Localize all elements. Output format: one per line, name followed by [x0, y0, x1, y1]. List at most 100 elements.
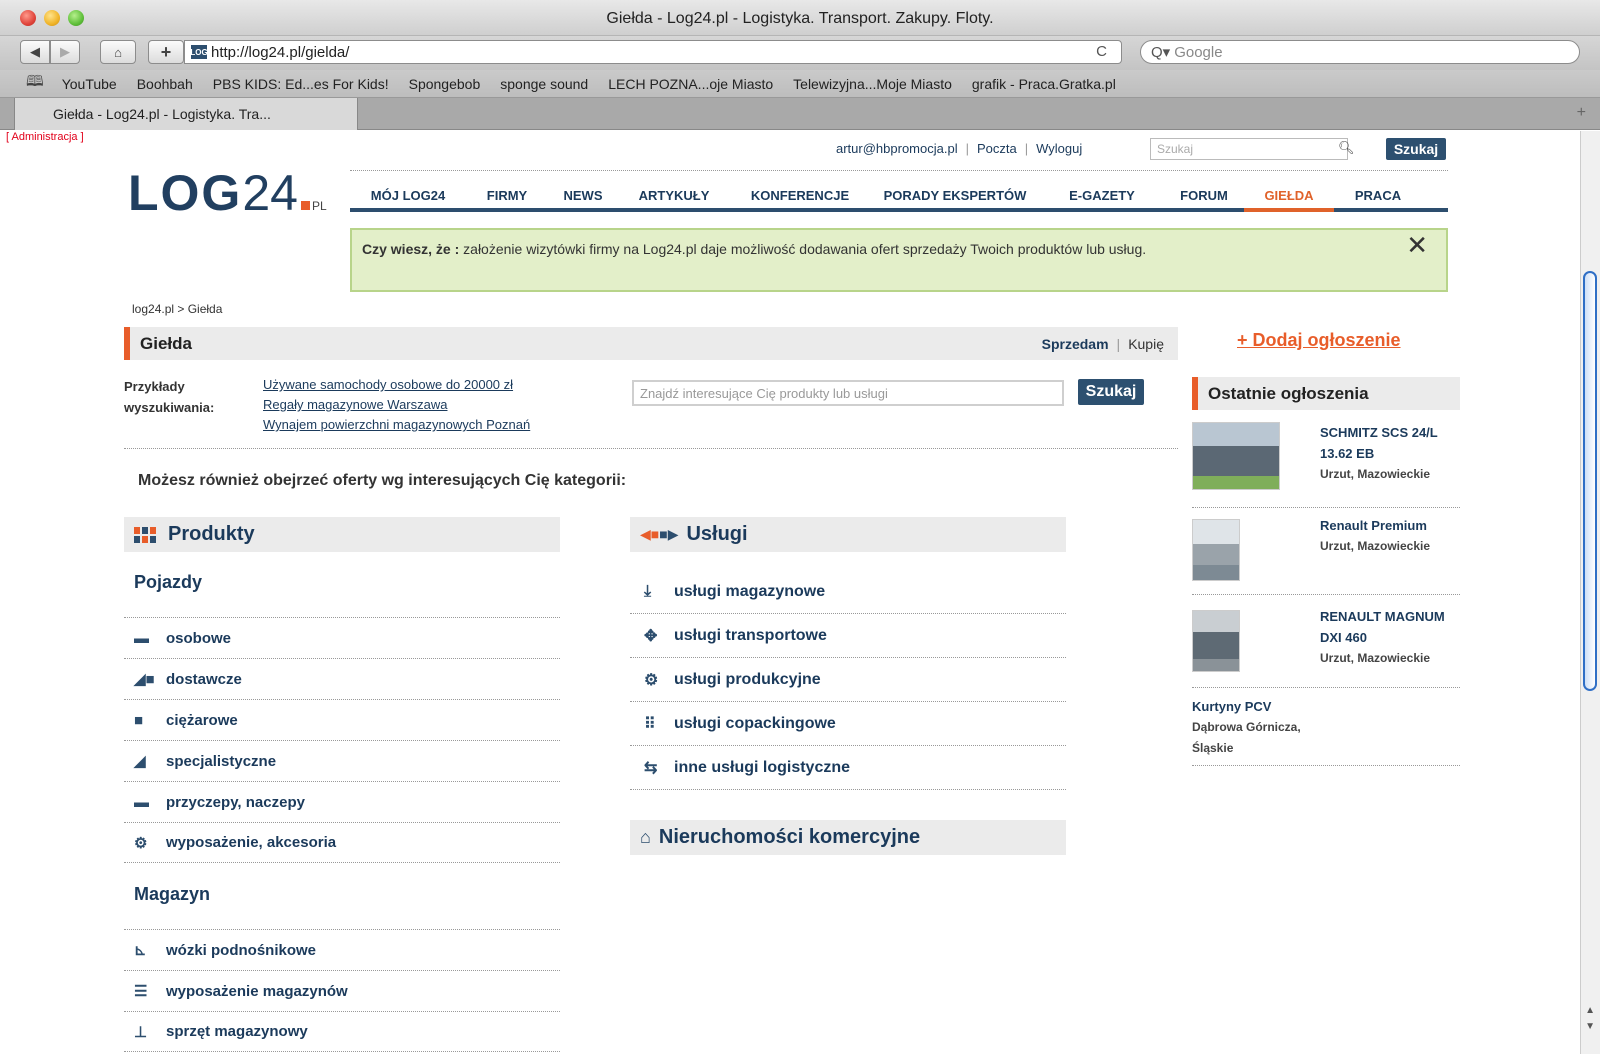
admin-link[interactable]: [ Administracja ] — [6, 131, 84, 143]
site-search-button[interactable]: Szukaj — [1386, 138, 1446, 160]
logo-log-text: LOG — [128, 165, 243, 221]
list-item[interactable]: ■ ciężarowe — [124, 699, 560, 740]
nav-item-conferences[interactable]: KONFERENCJE — [730, 182, 870, 208]
special-vehicle-icon: ◢ — [134, 753, 146, 770]
gears-icon: ⚙ — [644, 671, 659, 689]
example-link[interactable]: Regały magazynowe Warszawa — [263, 395, 530, 415]
site-favicon-icon: LOG — [190, 45, 208, 59]
search-icon[interactable]: 🔍︎ — [1338, 140, 1355, 156]
list-item[interactable]: ▬ przyczepy, naczepy — [124, 781, 560, 822]
list-item[interactable]: ⇆ inne usługi logistyczne — [630, 746, 1066, 790]
bookmark-item[interactable]: grafik - Praca.Gratka.pl — [972, 76, 1116, 92]
ad-thumbnail — [1192, 422, 1280, 490]
bookmark-item[interactable]: Spongebob — [409, 76, 481, 92]
ad-title[interactable]: RENAULT MAGNUM DXI 460 — [1320, 606, 1460, 648]
example-link[interactable]: Wynajem powierzchni magazynowych Poznań — [263, 415, 530, 435]
list-item[interactable]: ⠿ usługi copackingowe — [630, 702, 1066, 746]
bookmark-item[interactable]: YouTube — [62, 76, 117, 92]
nav-item-news[interactable]: NEWS — [548, 182, 618, 208]
scrollbar-thumb[interactable] — [1583, 271, 1597, 691]
site-logo[interactable]: LOG24 PL — [128, 164, 327, 224]
scroll-up-icon[interactable]: ▲ — [1585, 1005, 1595, 1016]
category-label: wyposażenie magazynów — [166, 982, 348, 1000]
list-item[interactable]: ⊥ sprzęt magazynowy — [124, 1011, 560, 1052]
real-estate-header[interactable]: ⌂ Nieruchomości komercyjne — [630, 820, 1066, 855]
home-button[interactable]: ⌂ — [100, 40, 136, 64]
user-email-link[interactable]: artur@hbpromocja.pl — [836, 141, 958, 156]
service-label: inne usługi logistyczne — [674, 758, 851, 776]
bookmark-item[interactable]: sponge sound — [500, 76, 588, 92]
open-book-icon[interactable]: 🕮 — [26, 71, 44, 96]
divider — [124, 448, 1178, 449]
nav-item-forum[interactable]: FORUM — [1164, 182, 1244, 208]
ad-item[interactable]: SCHMITZ SCS 24/L 13.62 EB Urzut, Mazowie… — [1192, 422, 1460, 508]
ad-title[interactable]: Renault Premium — [1320, 515, 1460, 536]
logout-link[interactable]: Wyloguj — [1036, 141, 1082, 156]
list-item[interactable]: ⊾ wózki podnośnikowe — [124, 929, 560, 970]
bookmark-item[interactable]: Boohbah — [137, 76, 193, 92]
new-tab-icon[interactable]: + — [1577, 104, 1586, 122]
scroll-down-icon[interactable]: ▼ — [1585, 1021, 1595, 1032]
ad-thumbnail — [1192, 519, 1240, 581]
ad-text: Kurtyny PCV Dąbrowa Górnicza, Śląskie — [1192, 696, 1342, 759]
list-item[interactable]: ⚙ usługi produkcyjne — [630, 658, 1066, 702]
ad-title[interactable]: Kurtyny PCV — [1192, 696, 1342, 717]
list-item[interactable]: ⤓ usługi magazynowe — [630, 570, 1066, 614]
shelving-icon: ☰ — [134, 983, 148, 1000]
exchange-arrows-icon: ⇆ — [644, 759, 658, 777]
ad-item[interactable]: RENAULT MAGNUM DXI 460 Urzut, Mazowiecki… — [1192, 606, 1460, 688]
add-bookmark-button[interactable]: + — [148, 40, 184, 64]
nav-item-jobs[interactable]: PRACA — [1334, 182, 1422, 208]
ad-location: Urzut, Mazowieckie — [1320, 467, 1431, 481]
url-text: http://log24.pl/gielda/ — [211, 43, 350, 61]
category-label: ciężarowe — [166, 711, 238, 729]
list-item[interactable]: ▬ osobowe — [124, 617, 560, 658]
mail-link[interactable]: Poczta — [977, 141, 1017, 156]
separator: | — [1024, 141, 1029, 156]
nav-item-expert-advice[interactable]: PORADY EKSPERTÓW — [870, 182, 1040, 208]
page-scrollbar[interactable]: ▲ ▼ — [1580, 131, 1600, 1054]
products-grid-icon — [134, 526, 156, 543]
breadcrumb[interactable]: log24.pl > Giełda — [132, 302, 222, 316]
browser-search-placeholder: Google — [1174, 43, 1223, 61]
divider — [350, 170, 1448, 171]
ad-item[interactable]: Renault Premium Urzut, Mazowieckie — [1192, 515, 1460, 595]
bookmark-item[interactable]: LECH POZNA...oje Miasto — [608, 76, 773, 92]
example-link[interactable]: Używane samochody osobowe do 20000 zł — [263, 375, 530, 395]
section-header: Giełda Sprzedam | Kupię — [124, 327, 1178, 360]
search-examples: Używane samochody osobowe do 20000 zł Re… — [263, 375, 530, 435]
service-label: usługi copackingowe — [674, 714, 836, 732]
list-item[interactable]: ✥ usługi transportowe — [630, 614, 1066, 658]
category-label: specjalistyczne — [166, 752, 277, 770]
nav-item-exchange[interactable]: GIEŁDA — [1244, 182, 1334, 212]
sell-tab[interactable]: Sprzedam — [1042, 336, 1109, 352]
nav-item-firms[interactable]: FIRMY — [466, 182, 548, 208]
list-item[interactable]: ☰ wyposażenie magazynów — [124, 970, 560, 1011]
forward-button[interactable]: ▶ — [50, 40, 80, 64]
bookmark-item[interactable]: PBS KIDS: Ed...es For Kids! — [213, 76, 389, 92]
category-label: sprzęt magazynowy — [166, 1023, 308, 1040]
service-label: usługi magazynowe — [674, 582, 826, 600]
nav-item-articles[interactable]: ARTYKUŁY — [618, 182, 730, 208]
nav-item-my-log24[interactable]: MÓJ LOG24 — [350, 182, 466, 208]
reload-icon[interactable]: C — [1096, 43, 1107, 60]
buy-tab[interactable]: Kupię — [1128, 336, 1164, 352]
add-ad-link[interactable]: + Dodaj ogłoszenie — [1237, 330, 1401, 351]
user-links: artur@hbpromocja.pl | Poczta | Wyloguj — [836, 141, 1082, 156]
tab-gielda[interactable]: Giełda - Log24.pl - Logistyka. Tra... — [14, 98, 358, 130]
product-search-button[interactable]: Szukaj — [1078, 379, 1144, 405]
product-search-input[interactable]: Znajdź interesujące Cię produkty lub usł… — [632, 380, 1064, 406]
site-search-input[interactable]: Szukaj — [1150, 138, 1348, 160]
list-item[interactable]: ⚙ wyposażenie, akcesoria — [124, 822, 560, 863]
browser-search-field[interactable]: Q▾ Google — [1140, 40, 1580, 64]
ad-title[interactable]: SCHMITZ SCS 24/L 13.62 EB — [1320, 422, 1460, 464]
nav-item-e-magazines[interactable]: E-GAZETY — [1040, 182, 1164, 208]
close-icon[interactable]: ✕ — [1406, 232, 1428, 258]
ad-item[interactable]: Kurtyny PCV Dąbrowa Górnicza, Śląskie — [1192, 696, 1460, 766]
list-item[interactable]: ◢ specjalistyczne — [124, 740, 560, 781]
back-button[interactable]: ◀ — [20, 40, 50, 64]
list-item[interactable]: ◢■ dostawcze — [124, 658, 560, 699]
service-label: usługi transportowe — [674, 626, 827, 644]
address-bar[interactable]: LOG http://log24.pl/gielda/ C — [184, 40, 1122, 64]
bookmark-item[interactable]: Telewizyjna...Moje Miasto — [793, 76, 952, 92]
